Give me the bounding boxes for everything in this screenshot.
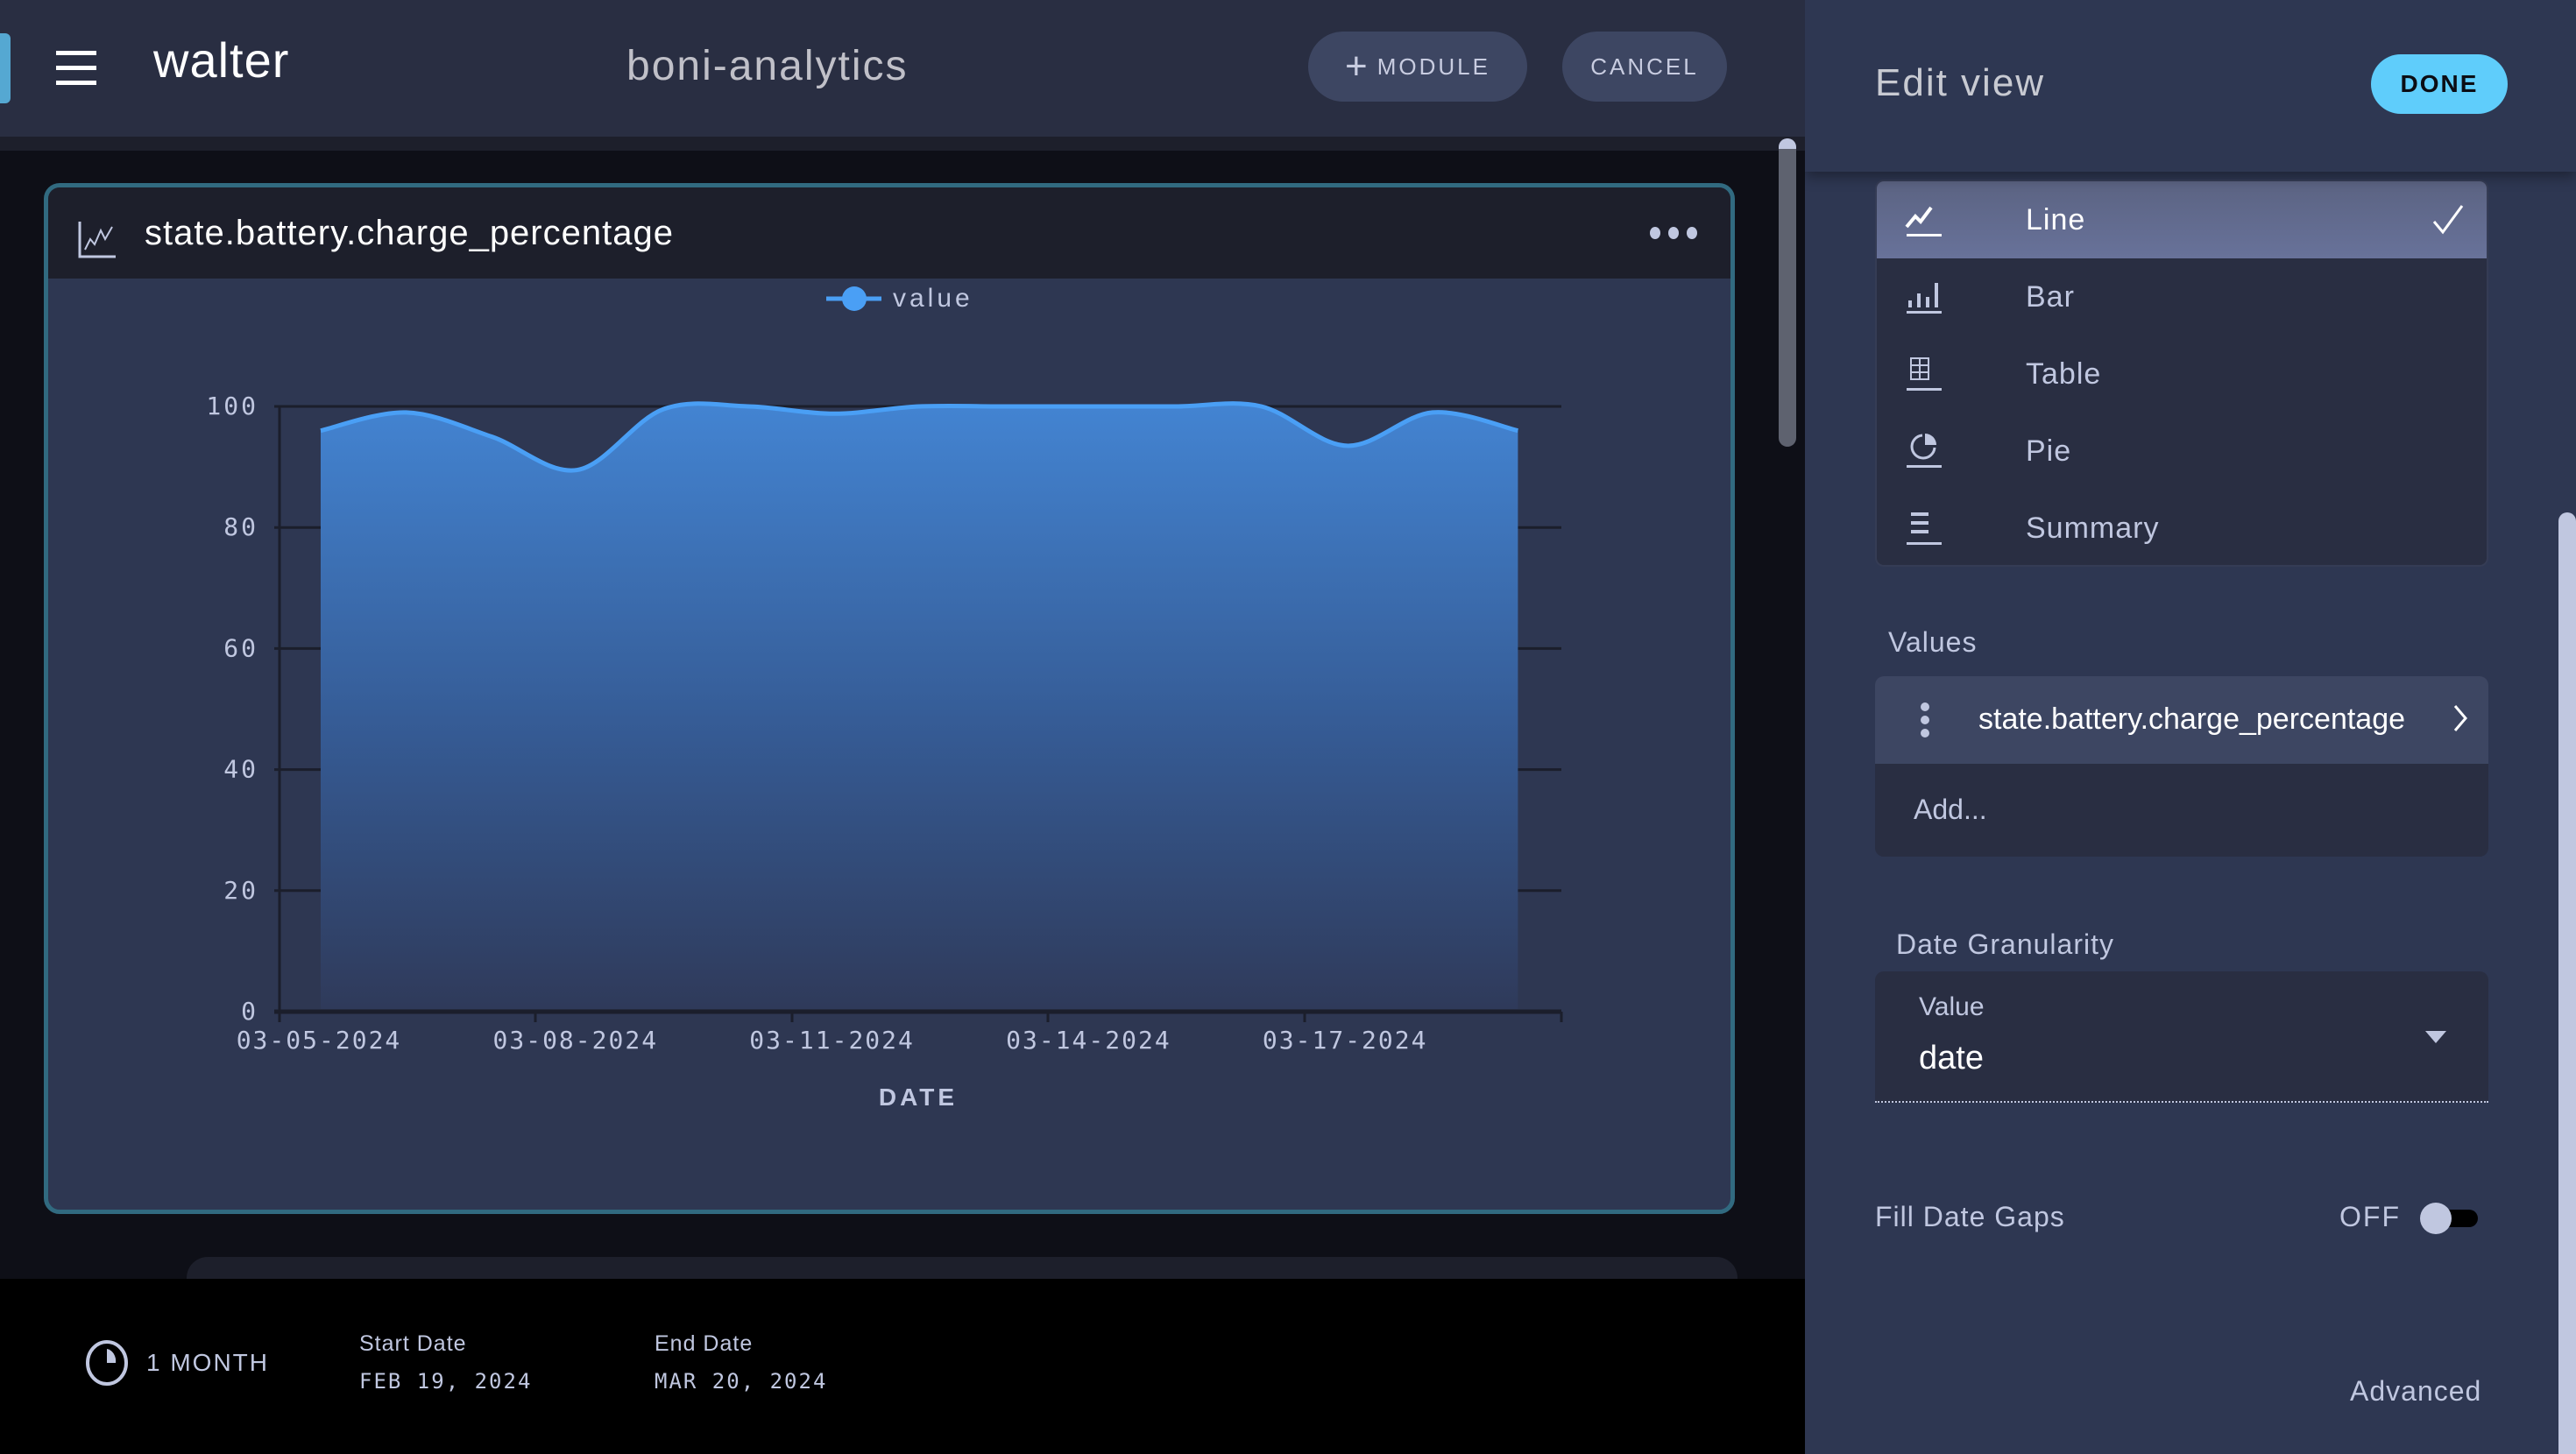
values-section-label: Values bbox=[1888, 626, 1978, 658]
end-date-caption: End Date bbox=[655, 1331, 754, 1356]
dropdown-caret-icon bbox=[2425, 1031, 2446, 1043]
date-range-clock-icon[interactable] bbox=[84, 1338, 130, 1387]
table-icon bbox=[1907, 357, 1942, 391]
panel-scrollbar-thumb[interactable] bbox=[2558, 512, 2576, 1454]
check-icon bbox=[2432, 205, 2464, 235]
values-list: state.battery.charge_percentage Add... bbox=[1875, 676, 2488, 857]
chart-type-line[interactable]: Line bbox=[1877, 181, 2487, 258]
chevron-right-icon[interactable] bbox=[2450, 702, 2471, 734]
chart-type-summary[interactable]: Summary bbox=[1877, 490, 2487, 565]
chart-type-list: Line Bar Table Pie Summary bbox=[1875, 180, 2488, 567]
edit-view-header: Edit view DONE bbox=[1805, 0, 2576, 172]
fill-date-gaps-toggle[interactable] bbox=[2420, 1203, 2480, 1234]
date-range-footer: 1 MONTH Start Date FEB 19, 2024 End Date… bbox=[0, 1279, 1805, 1454]
y-tick-label: 80 bbox=[223, 512, 258, 541]
fill-date-gaps-state: OFF bbox=[2339, 1201, 2401, 1232]
legend-label: value bbox=[893, 284, 973, 313]
drag-handle-icon[interactable] bbox=[1921, 702, 1931, 738]
bar-chart-icon bbox=[1907, 283, 1942, 314]
chart-type-label: Bar bbox=[2026, 279, 2075, 314]
edit-view-title: Edit view bbox=[1875, 61, 2046, 104]
y-tick-label: 20 bbox=[223, 876, 258, 905]
date-granularity-label: Date Granularity bbox=[1896, 928, 2114, 960]
start-date-caption: Start Date bbox=[359, 1331, 467, 1356]
date-granularity-value: date bbox=[1919, 1040, 1984, 1076]
series-area-value bbox=[321, 403, 1518, 1009]
advanced-link[interactable]: Advanced bbox=[2350, 1375, 2481, 1408]
line-chart-icon bbox=[1905, 206, 1942, 236]
date-granularity-caption: Value bbox=[1919, 992, 1985, 1021]
x-tick-label: 03-11-2024 bbox=[749, 1026, 915, 1055]
y-tick-label: 100 bbox=[206, 392, 258, 420]
chart-type-label: Table bbox=[2026, 356, 2102, 391]
chart-type-label: Summary bbox=[2026, 511, 2160, 545]
toggle-knob bbox=[2420, 1203, 2452, 1234]
add-value-placeholder: Add... bbox=[1914, 794, 1987, 825]
chart-type-bar[interactable]: Bar bbox=[1877, 258, 2487, 335]
x-tick-label: 03-05-2024 bbox=[237, 1026, 402, 1055]
x-tick-label: 03-08-2024 bbox=[493, 1026, 659, 1055]
legend-dot-marker bbox=[842, 286, 867, 311]
x-tick-label: 03-14-2024 bbox=[1006, 1026, 1171, 1055]
chart-type-label: Pie bbox=[2026, 434, 2072, 468]
summary-icon bbox=[1907, 512, 1942, 545]
area-chart: 0 20 40 60 80 100 03-05-2024 03-08-2024 03-11-20… bbox=[206, 284, 1563, 1111]
fill-date-gaps-label: Fill Date Gaps bbox=[1875, 1201, 2065, 1232]
end-date-value[interactable]: MAR 20, 2024 bbox=[655, 1369, 827, 1394]
value-item[interactable]: state.battery.charge_percentage bbox=[1875, 676, 2488, 764]
done-button[interactable]: DONE bbox=[2371, 54, 2508, 114]
chart-type-table[interactable]: Table bbox=[1877, 335, 2487, 413]
chart-type-label: Line bbox=[2026, 202, 2086, 236]
add-value-input[interactable]: Add... bbox=[1875, 764, 2488, 857]
y-tick-label: 60 bbox=[223, 633, 258, 662]
pie-chart-icon bbox=[1907, 434, 1942, 468]
start-date-value[interactable]: FEB 19, 2024 bbox=[359, 1369, 532, 1394]
chart-type-pie[interactable]: Pie bbox=[1877, 413, 2487, 490]
y-tick-label: 40 bbox=[223, 755, 258, 784]
y-tick-label: 0 bbox=[241, 997, 258, 1026]
date-granularity-select[interactable]: Value date bbox=[1875, 971, 2488, 1103]
x-tick-label: 03-17-2024 bbox=[1263, 1026, 1428, 1055]
main-area: walter boni-analytics + MODULE CANCEL st… bbox=[0, 0, 1805, 1454]
edit-view-panel: Edit view DONE Line Bar Table Pie Summar… bbox=[1805, 0, 2576, 1454]
x-axis-title: DATE bbox=[879, 1083, 958, 1111]
date-range-preset[interactable]: 1 MONTH bbox=[146, 1349, 269, 1377]
value-item-label: state.battery.charge_percentage bbox=[1978, 702, 2406, 736]
